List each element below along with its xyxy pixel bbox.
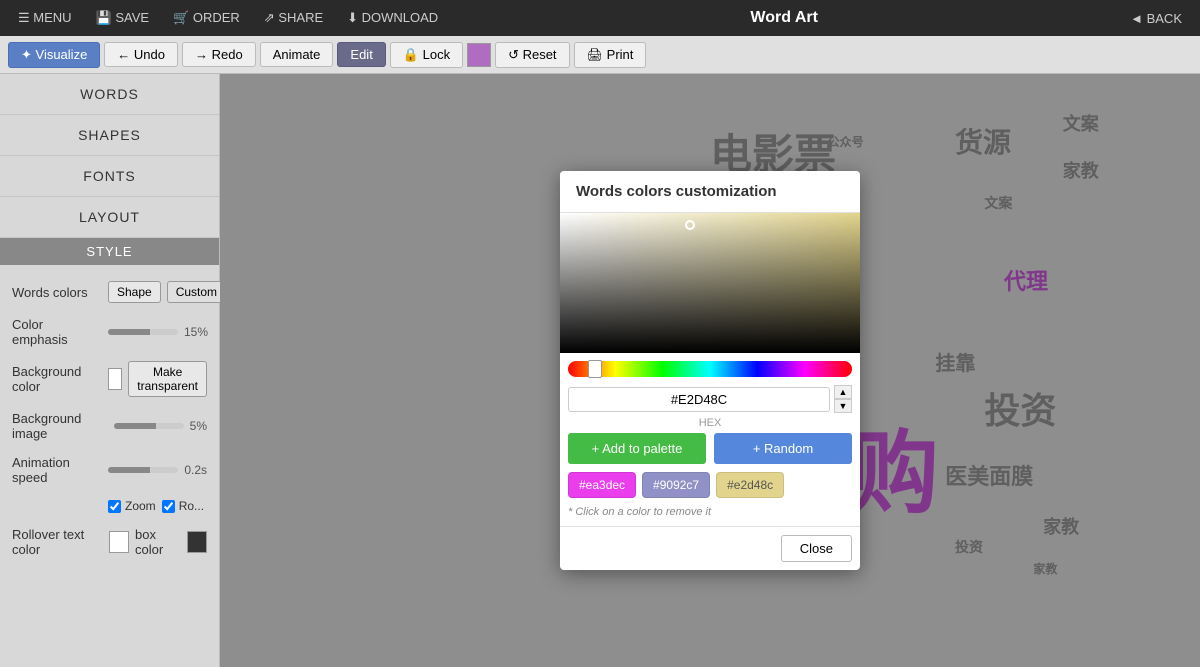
back-button[interactable]: ◄ BACK <box>1120 7 1192 30</box>
add-to-palette-button[interactable]: + Add to palette <box>568 433 706 464</box>
bg-color-swatch[interactable] <box>108 368 122 390</box>
color-picker-gradient[interactable] <box>560 213 860 353</box>
animation-speed-label: Animation speed <box>12 455 102 485</box>
rollover-text-label: Rollover text color <box>12 527 103 557</box>
click-hint: * Click on a color to remove it <box>560 506 860 526</box>
background-image-label: Background image <box>12 411 108 441</box>
palette-chip-chip2[interactable]: #9092c7 <box>642 472 710 498</box>
animation-speed-row: Animation speed 0.2s <box>12 455 207 485</box>
background-color-row: Background color Make transparent <box>12 361 207 397</box>
shape-button[interactable]: Shape <box>108 281 161 303</box>
color-customization-modal: Words colors customization ▲ ▼ <box>560 171 860 570</box>
checkboxes-row: Zoom Ro... <box>12 499 207 513</box>
color-swatch[interactable] <box>467 43 491 67</box>
hex-input-row: ▲ ▼ <box>560 377 860 421</box>
background-image-slider[interactable]: 5% <box>114 419 207 433</box>
animate-button[interactable]: Animate <box>260 42 334 67</box>
hex-down-button[interactable]: ▼ <box>834 399 852 413</box>
hex-up-button[interactable]: ▲ <box>834 385 852 399</box>
color-emphasis-value: 15% <box>184 325 208 339</box>
words-colors-row: Words colors Shape Custom <box>12 281 207 303</box>
rollover-text-row: Rollover text color box color <box>12 527 207 557</box>
zoom-label: Zoom <box>125 499 156 513</box>
menu-button[interactable]: ☰ MENU <box>8 6 82 30</box>
color-picker-handle <box>685 220 695 230</box>
color-emphasis-row: Color emphasis 15% <box>12 317 207 347</box>
background-image-row: Background image 5% <box>12 411 207 441</box>
app-title: Word Art <box>452 9 1116 27</box>
color-emphasis-slider[interactable]: 15% <box>108 325 208 339</box>
words-colors-label: Words colors <box>12 285 102 300</box>
lock-button[interactable]: 🔒 Lock <box>390 42 463 68</box>
edit-button[interactable]: Edit <box>337 42 385 67</box>
random-button[interactable]: + Random <box>714 433 852 464</box>
palette-chip-chip1[interactable]: #ea3dec <box>568 472 636 498</box>
animation-speed-value: 0.2s <box>184 463 207 477</box>
modal-footer: Close <box>560 526 860 570</box>
box-color-label: box color <box>135 527 181 557</box>
color-emphasis-label: Color emphasis <box>12 317 102 347</box>
background-color-label: Background color <box>12 364 102 394</box>
order-button[interactable]: 🛒 ORDER <box>163 6 250 30</box>
zoom-checkbox[interactable] <box>108 500 121 513</box>
palette-colors: #ea3dec#9092c7#e2d48c <box>560 472 860 506</box>
visualize-button[interactable]: ✦ Visualize <box>8 42 100 68</box>
rollover-text-swatch[interactable] <box>109 531 129 553</box>
modal-title: Words colors customization <box>560 171 860 213</box>
undo-button[interactable]: ← Undo <box>104 42 178 67</box>
print-button[interactable]: 🖨 Print <box>574 42 647 68</box>
rollover-checkbox-row: Ro... <box>162 499 204 513</box>
sidebar: WORDS SHAPES FONTS LAYOUT STYLE Words co… <box>0 74 220 667</box>
share-button[interactable]: ⇗ SHARE <box>254 6 333 30</box>
background-image-value: 5% <box>190 419 207 433</box>
word-cloud-area: 代购电影票货源水果外汇理财保险外汇文案家教代理投资挂靠网课公众号代理医美面膜家教… <box>220 74 1200 667</box>
redo-button[interactable]: → Redo <box>182 42 256 67</box>
zoom-checkbox-row: Zoom <box>108 499 156 513</box>
box-color-swatch[interactable] <box>187 531 207 553</box>
sidebar-item-shapes[interactable]: SHAPES <box>0 115 219 156</box>
modal-overlay: Words colors customization ▲ ▼ <box>220 74 1200 667</box>
save-button[interactable]: 💾 SAVE <box>86 6 160 30</box>
sidebar-item-layout[interactable]: LAYOUT <box>0 197 219 238</box>
make-transparent-button[interactable]: Make transparent <box>128 361 207 397</box>
rainbow-handle <box>588 360 602 378</box>
reset-button[interactable]: ↺ Reset <box>495 42 569 68</box>
close-button[interactable]: Close <box>781 535 852 562</box>
palette-chip-chip3[interactable]: #e2d48c <box>716 472 784 498</box>
hex-label: HEX <box>560 417 860 433</box>
modal-actions: + Add to palette + Random <box>560 433 860 472</box>
hex-input[interactable] <box>568 387 830 412</box>
sidebar-style-header: STYLE <box>0 238 219 265</box>
download-button[interactable]: ⬇ DOWNLOAD <box>337 6 448 30</box>
rollover-label: Ro... <box>179 499 204 513</box>
main-area: WORDS SHAPES FONTS LAYOUT STYLE Words co… <box>0 74 1200 667</box>
top-nav: ☰ MENU 💾 SAVE 🛒 ORDER ⇗ SHARE ⬇ DOWNLOAD… <box>0 0 1200 36</box>
toolbar: ✦ Visualize ← Undo → Redo Animate Edit 🔒… <box>0 36 1200 74</box>
sidebar-item-fonts[interactable]: FONTS <box>0 156 219 197</box>
animation-speed-slider[interactable]: 0.2s <box>108 463 207 477</box>
rainbow-bar[interactable] <box>568 361 852 377</box>
custom-button[interactable]: Custom <box>167 281 226 303</box>
sidebar-style-section: Words colors Shape Custom Color emphasis… <box>0 273 219 579</box>
hex-arrows: ▲ ▼ <box>834 385 852 413</box>
rollover-checkbox[interactable] <box>162 500 175 513</box>
sidebar-item-words[interactable]: WORDS <box>0 74 219 115</box>
